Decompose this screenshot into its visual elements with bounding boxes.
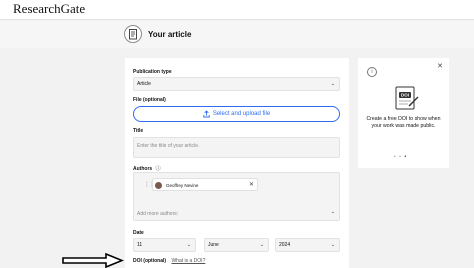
upload-file-label: Select and upload file	[212, 111, 271, 117]
day-value: 11	[137, 242, 143, 248]
title-placeholder: Enter the title of your article.	[137, 143, 200, 149]
authors-label: Authors ⓘ	[133, 165, 161, 172]
app: ResearchGate Your article Publication ty…	[0, 0, 474, 268]
day-select[interactable]: 11 ⌄	[133, 238, 196, 252]
chevron-down-icon: ⌄	[259, 242, 264, 248]
researchgate-logo[interactable]: ResearchGate	[13, 1, 85, 17]
doi-illustration: DOI	[390, 85, 420, 118]
chevron-down-icon: ⌄	[330, 209, 335, 215]
svg-text:DOI: DOI	[401, 93, 409, 98]
file-label: File (optional)	[133, 97, 166, 103]
title-label: Title	[133, 128, 144, 134]
chevron-down-icon: ⌄	[330, 242, 335, 248]
month-value: June	[208, 242, 219, 248]
doi-info-text: Create a free DOI to show when your work…	[366, 116, 441, 129]
year-select[interactable]: 2024 ⌄	[275, 238, 340, 252]
author-name: Geoffrey Nevine	[166, 182, 199, 188]
carousel-dot[interactable]: •	[394, 154, 397, 160]
avatar	[155, 182, 162, 189]
year-value: 2024	[279, 242, 291, 248]
arrow-pointer-icon	[62, 252, 125, 268]
authors-field[interactable]: ⋮⋮ Geoffrey Nevine ✕ Add more authors: ⌄	[133, 172, 340, 221]
publication-type-value: Article	[137, 81, 151, 87]
month-select[interactable]: June ⌄	[204, 238, 269, 252]
doi-row: DOI (optional) What is a DOI?	[133, 258, 205, 264]
publication-type-label: Publication type	[133, 69, 172, 75]
add-authors-input[interactable]: Add more authors:	[137, 211, 178, 217]
chevron-down-icon: ⌄	[186, 242, 191, 248]
date-label: Date	[133, 230, 144, 236]
page-title: Your article	[148, 30, 192, 39]
top-bar: ResearchGate	[0, 0, 474, 20]
info-icon: i	[367, 67, 377, 77]
chevron-down-icon: ⌄	[330, 81, 335, 87]
carousel-dot[interactable]: •	[399, 154, 402, 160]
article-form: Publication type Article ⌄ File (optiona…	[125, 58, 349, 268]
what-is-doi-link[interactable]: What is a DOI?	[171, 258, 205, 264]
close-icon[interactable]: ✕	[437, 62, 443, 70]
author-chip: Geoffrey Nevine ✕	[152, 178, 258, 191]
page-header	[0, 21, 474, 48]
publication-type-select[interactable]: Article ⌄	[133, 77, 340, 91]
upload-icon	[203, 105, 210, 123]
doi-label: DOI (optional)	[133, 258, 167, 264]
remove-author-icon[interactable]: ✕	[249, 181, 254, 188]
title-input[interactable]: Enter the title of your article.	[133, 137, 340, 158]
document-icon	[124, 25, 142, 43]
carousel-dots[interactable]: • • •	[394, 154, 407, 160]
carousel-dot-active[interactable]: •	[404, 154, 407, 160]
upload-file-button[interactable]: Select and upload file	[133, 106, 340, 122]
doi-info-card: i ✕ DOI Create a free DOI to show when y…	[358, 58, 449, 168]
